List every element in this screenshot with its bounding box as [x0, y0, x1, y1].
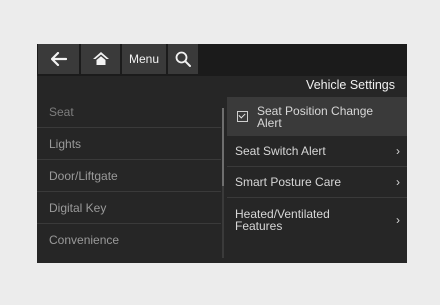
chevron-right-icon: › [396, 144, 400, 158]
chevron-right-icon: › [396, 213, 400, 227]
menu-button[interactable]: Menu [122, 44, 167, 74]
category-item-label: Digital Key [49, 200, 107, 215]
back-button[interactable] [38, 44, 80, 74]
checkbox-checked-icon[interactable] [237, 111, 248, 122]
category-item-door-liftgate[interactable]: Door/Liftgate [37, 160, 221, 192]
chevron-right-icon: › [396, 175, 400, 189]
page-title: Vehicle Settings [306, 78, 395, 92]
seat-settings-list: Seat Position Change Alert Seat Switch A… [227, 97, 407, 242]
category-item-seat[interactable]: Seat [37, 96, 221, 128]
top-toolbar: Menu [37, 44, 407, 76]
category-item-label: Seat [49, 104, 74, 119]
search-icon [175, 51, 191, 67]
seat-position-change-alert-option[interactable]: Seat Position Change Alert [227, 97, 407, 136]
option-label: Smart Posture Care [235, 175, 342, 189]
option-label: Seat Position Change Alert [257, 103, 374, 130]
category-item-label: Convenience [49, 233, 120, 247]
arrow-left-icon [50, 52, 67, 66]
option-label: Heated/Ventilated Features [235, 207, 330, 233]
category-item-label: Lights [49, 136, 82, 151]
option-label: Seat Switch Alert [235, 144, 326, 158]
smart-posture-care-option[interactable]: Smart Posture Care › [227, 167, 407, 198]
category-item-digital-key[interactable]: Digital Key [37, 192, 221, 224]
category-item-lights[interactable]: Lights [37, 128, 221, 160]
home-button[interactable] [81, 44, 121, 74]
category-item-convenience[interactable]: Convenience [37, 224, 221, 256]
category-item-label: Door/Liftgate [49, 168, 118, 183]
menu-button-label: Menu [128, 52, 160, 66]
search-button[interactable] [168, 44, 199, 74]
settings-category-list: Seat Lights Door/Liftgate Digital Key Co… [37, 96, 221, 256]
home-icon [92, 52, 109, 65]
vehicle-settings-screen: Menu Vehicle Settings Seat Lights Door/L… [37, 44, 407, 263]
seat-switch-alert-option[interactable]: Seat Switch Alert › [227, 136, 407, 167]
heated-ventilated-features-option[interactable]: Heated/Ventilated Features › [227, 198, 407, 242]
scrollbar-thumb[interactable] [222, 108, 224, 186]
